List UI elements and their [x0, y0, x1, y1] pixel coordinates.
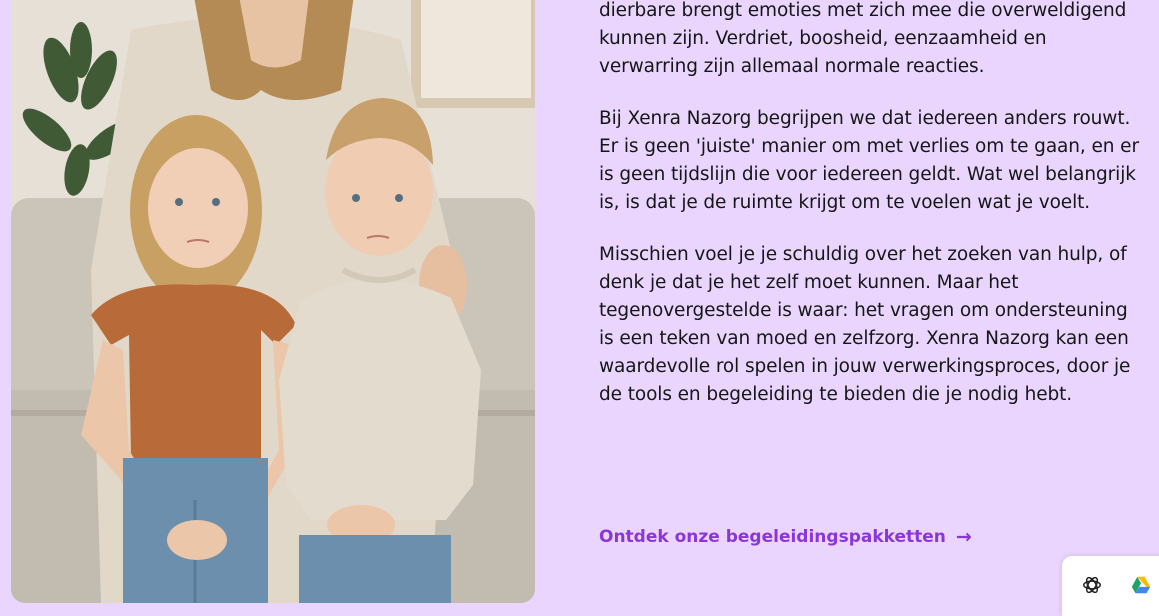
- article-paragraph-3: Misschien voel je je schuldig over het z…: [599, 244, 1131, 405]
- family-photo: [11, 0, 535, 603]
- openai-icon[interactable]: [1081, 574, 1103, 596]
- google-drive-icon[interactable]: [1130, 574, 1152, 596]
- article-text: dierbare brengt emoties met zich mee die…: [599, 0, 1144, 433]
- extension-dock: [1062, 556, 1159, 616]
- discover-packages-label: Ontdek onze begeleidingspakketten: [599, 527, 946, 547]
- arrow-right-icon: →: [955, 525, 972, 548]
- article-paragraph-2: Bij Xenra Nazorg begrijpen we dat iedere…: [599, 108, 1139, 213]
- discover-packages-link[interactable]: Ontdek onze begeleidingspakketten →: [599, 527, 972, 547]
- article-paragraph-1: dierbare brengt emoties met zich mee die…: [599, 0, 1127, 77]
